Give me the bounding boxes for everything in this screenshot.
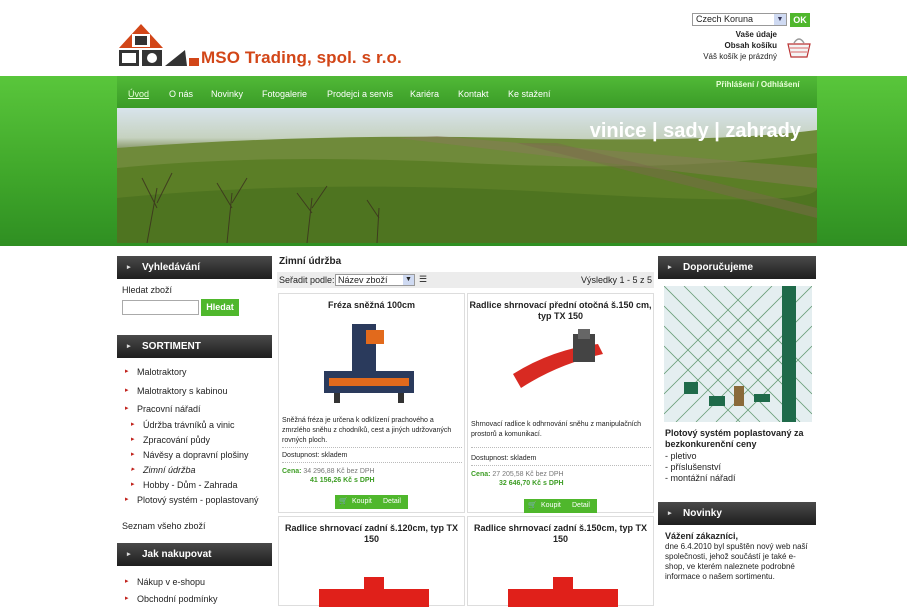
availability: Dostupnost: skladem <box>282 452 348 459</box>
nav-item-ke-stazeni[interactable]: Ke stažení <box>508 89 551 99</box>
sort-direction-icon[interactable]: ☰ <box>419 274 427 285</box>
menu-item-plotovy-system[interactable]: Plotový systém - poplastovaný <box>125 495 259 505</box>
search-button[interactable]: Hledat <box>201 299 239 316</box>
menu-item-malotraktory-kabina[interactable]: Malotraktory s kabinou <box>125 386 227 396</box>
product-actions: 🛒 Koupit Detail <box>335 495 408 509</box>
product-actions: 🛒 Koupit Detail <box>524 499 597 513</box>
recommend-item: - příslušenství <box>665 462 722 472</box>
sort-bar: Seřadit podle: Název zboží ▼ ☰ Výsledky 1… <box>277 272 654 288</box>
menu-item-malotraktory[interactable]: Malotraktory <box>125 367 186 377</box>
nav-item-uvod[interactable]: Úvod <box>128 89 149 99</box>
product-card: Fréza sněžná 100cm Sněžná fréza je určen… <box>278 293 465 513</box>
nav-item-kontakt[interactable]: Kontakt <box>458 89 489 99</box>
product-description: Shrnovací radlice k odhrnování sněhu z m… <box>471 421 642 438</box>
main-nav: Úvod O nás Novinky Fotogalerie Prodejci … <box>117 76 817 108</box>
menu-item-udrzba-travniku[interactable]: Údržba trávníků a vinic <box>131 420 234 430</box>
price-without-vat: 27 205,58 Kč bez DPH <box>492 471 564 478</box>
company-name[interactable]: MSO Trading, spol. s r.o. <box>201 48 402 68</box>
recommend-image[interactable] <box>664 286 812 422</box>
account-link[interactable]: Vaše údaje <box>736 30 777 39</box>
cart-icon: 🛒 <box>528 502 537 509</box>
company-logo[interactable] <box>117 22 207 68</box>
buy-button[interactable]: Koupit <box>352 495 372 509</box>
product-title[interactable]: Radlice shrnovací přední otočná š.150 cm… <box>468 300 653 322</box>
news-text: dne 6.4.2010 byl spuštěn nový web naší s… <box>665 542 808 581</box>
basket-icon[interactable] <box>785 33 813 61</box>
nav-item-fotogalerie[interactable]: Fotogalerie <box>262 89 307 99</box>
product-image[interactable] <box>309 577 439 607</box>
product-card: Radlice shrnovací zadní š.120cm, typ TX … <box>278 516 465 607</box>
cart-contents-link[interactable]: Obsah košíku <box>725 41 777 50</box>
menu-item-pracovni-naradi[interactable]: Pracovní nářadí <box>125 404 200 414</box>
product-image[interactable] <box>314 316 434 411</box>
sort-value: Název zboží <box>338 275 388 285</box>
banner-slogan: vinice | sady | zahrady <box>589 120 801 142</box>
chevron-down-icon: ▼ <box>403 275 414 285</box>
divider <box>471 447 651 448</box>
product-title[interactable]: Radlice shrnovací zadní š.120cm, typ TX … <box>279 523 464 545</box>
menu-item-nakup[interactable]: Nákup v e-shopu <box>125 577 205 587</box>
menu-item-hobby[interactable]: Hobby - Dům - Zahrada <box>131 480 237 490</box>
news-header: Novinky <box>658 502 816 525</box>
currency-ok-button[interactable]: OK <box>790 13 810 27</box>
cart-status: Váš košík je prázdný <box>703 52 777 61</box>
product-description: Sněžná fréza je určena k odklízení prach… <box>282 417 452 444</box>
divider <box>282 447 462 448</box>
availability: Dostupnost: skladem <box>471 455 537 462</box>
search-box-header: Vyhledávání <box>117 256 272 279</box>
price-label: Cena: <box>471 471 491 478</box>
chevron-down-icon: ▼ <box>774 14 786 25</box>
all-products-link[interactable]: Seznam všeho zboží <box>122 521 206 531</box>
sortiment-header: SORTIMENT <box>117 335 272 358</box>
nav-item-o-nas[interactable]: O nás <box>169 89 193 99</box>
results-count: Výsledky 1 - 5 z 5 <box>580 275 652 285</box>
recommend-header: Doporučujeme <box>658 256 816 279</box>
detail-button[interactable]: Detail <box>572 499 590 513</box>
sort-select[interactable]: Název zboží ▼ <box>335 274 415 286</box>
menu-item-zimni-udrzba[interactable]: Zimní údržba <box>131 465 195 475</box>
product-card: Radlice shrnovací přední otočná š.150 cm… <box>467 293 654 513</box>
currency-value: Czech Koruna <box>696 14 754 24</box>
menu-item-navesy[interactable]: Návěsy a dopravní plošiny <box>131 450 249 460</box>
price-with-vat: 41 156,26 Kč s DPH <box>310 477 375 484</box>
price-without-vat: 34 296,88 Kč bez DPH <box>303 468 375 475</box>
search-label: Hledat zboží <box>122 285 173 295</box>
search-input[interactable] <box>122 300 199 315</box>
price-label: Cena: <box>282 468 302 475</box>
product-image[interactable] <box>498 577 628 607</box>
menu-item-obchodni-podminky[interactable]: Obchodní podmínky <box>125 594 217 604</box>
nav-item-prodejci[interactable]: Prodejci a servis <box>327 89 393 99</box>
nav-item-novinky[interactable]: Novinky <box>211 89 243 99</box>
banner-image: vinice | sady | zahrady <box>117 108 817 243</box>
category-title: Zimní údržba <box>279 256 342 267</box>
buy-button[interactable]: Koupit <box>541 499 561 513</box>
header: MSO Trading, spol. s r.o. Czech Koruna ▼ … <box>0 0 907 76</box>
divider <box>282 462 462 463</box>
news-headline: Vážení zákazníci, <box>665 531 739 541</box>
howto-header: Jak nakupovat <box>117 543 272 566</box>
sort-label: Seřadit podle: <box>279 275 335 285</box>
product-image[interactable] <box>503 324 623 409</box>
product-title[interactable]: Radlice shrnovací zadní š.150cm, typ TX … <box>468 523 653 545</box>
price-with-vat: 32 646,70 Kč s DPH <box>499 480 564 487</box>
product-title[interactable]: Fréza sněžná 100cm <box>279 300 464 311</box>
nav-item-kariera[interactable]: Kariéra <box>410 89 439 99</box>
menu-item-zpracovani-pudy[interactable]: Zpracování půdy <box>131 435 210 445</box>
recommend-headline[interactable]: Plotový systém poplastovaný za bezkonkur… <box>665 428 810 450</box>
currency-select[interactable]: Czech Koruna ▼ <box>692 13 787 26</box>
divider <box>471 465 651 466</box>
recommend-item: - montážní nářadí <box>665 473 736 483</box>
product-card: Radlice shrnovací zadní š.150cm, typ TX … <box>467 516 654 607</box>
detail-button[interactable]: Detail <box>383 495 401 509</box>
recommend-item: - pletivo <box>665 451 697 461</box>
login-link[interactable]: Přihlášení / Odhlášení <box>716 80 800 89</box>
cart-icon: 🛒 <box>339 498 348 505</box>
